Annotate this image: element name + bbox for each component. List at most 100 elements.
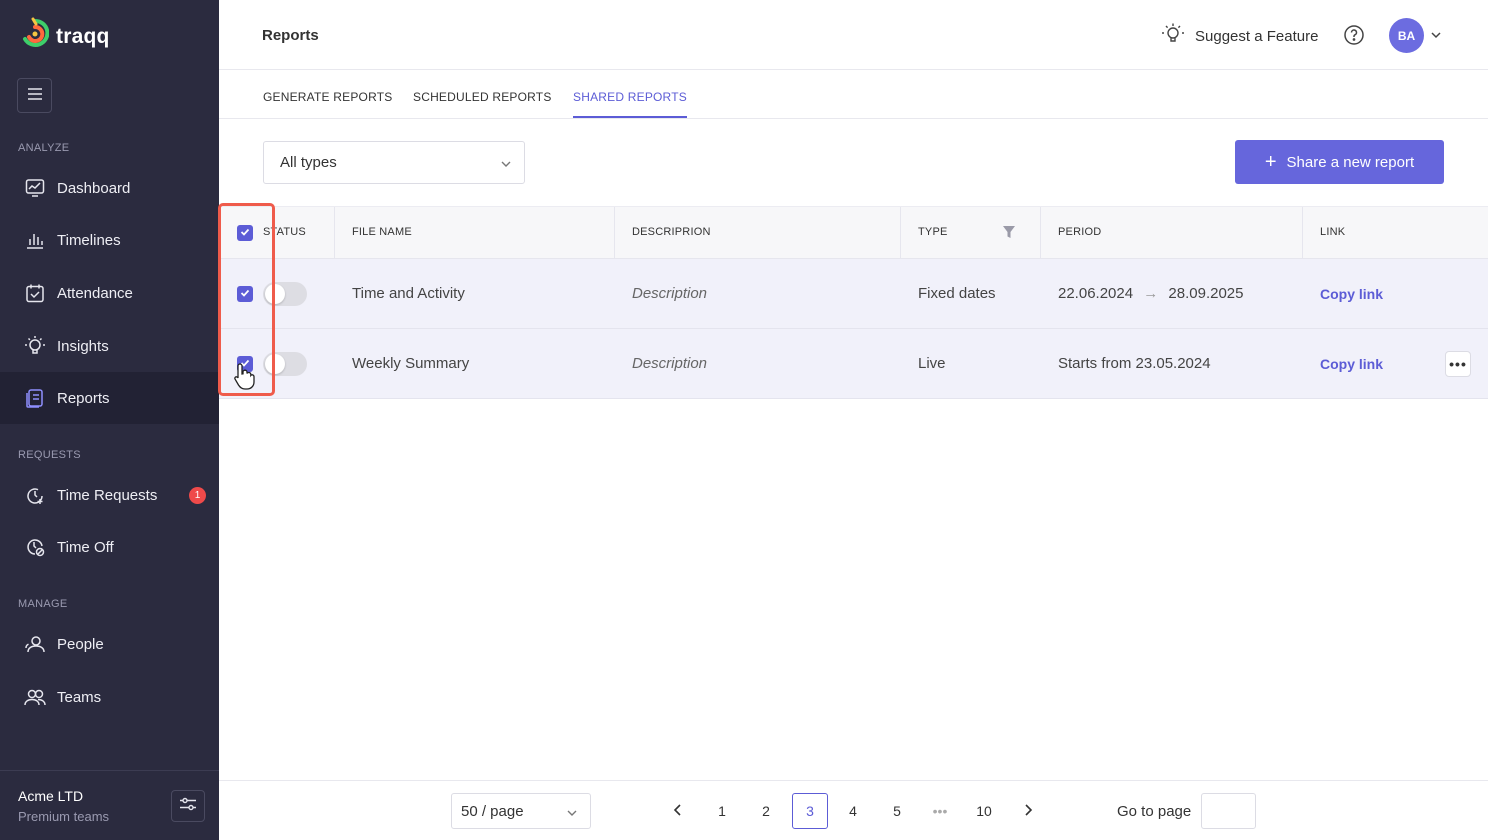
org-settings-button[interactable] <box>171 790 205 822</box>
menu-toggle-button[interactable] <box>17 78 52 113</box>
column-header-link: LINK <box>1320 226 1346 238</box>
column-header-file-name: FILE NAME <box>352 226 412 238</box>
chevron-right-icon <box>1023 803 1033 819</box>
share-new-report-button[interactable]: + Share a new report <box>1235 140 1444 184</box>
sidebar-item-label: Time Requests <box>57 486 158 504</box>
top-header: Reports Suggest a Feature BA <box>219 0 1488 70</box>
copy-link[interactable]: Copy link <box>1320 286 1383 302</box>
page-button[interactable]: 4 <box>835 793 871 829</box>
lightbulb-icon <box>1161 22 1195 50</box>
page-size-select[interactable]: 50 / page <box>451 793 591 829</box>
sidebar-item-label: Attendance <box>57 284 133 302</box>
help-icon <box>1343 25 1365 50</box>
table-header: STATUS FILE NAME DESCRIPRION TYPE PERIOD… <box>219 206 1488 259</box>
bar-chart-icon <box>24 229 46 251</box>
page-button[interactable]: 1 <box>704 793 740 829</box>
page-button[interactable]: 10 <box>966 793 1002 829</box>
go-to-page-input[interactable] <box>1201 793 1256 829</box>
column-divider <box>1302 207 1303 259</box>
notification-badge: 1 <box>189 486 206 504</box>
period-start: 22.06.2024 <box>1058 285 1134 302</box>
more-options-button[interactable]: ••• <box>1445 351 1471 377</box>
page-button[interactable]: 2 <box>748 793 784 829</box>
prev-page-button[interactable] <box>660 793 696 829</box>
table-row: Weekly Summary Description Live Starts f… <box>219 329 1488 399</box>
chevron-left-icon <box>673 803 683 819</box>
help-button[interactable] <box>1343 24 1365 51</box>
filter-icon[interactable] <box>1003 226 1015 244</box>
sidebar-item-time-requests[interactable]: Time Requests 1 <box>0 469 219 521</box>
next-page-button[interactable] <box>1010 793 1046 829</box>
column-divider <box>1040 207 1041 259</box>
tab-generate-reports[interactable]: GENERATE REPORTS <box>263 90 392 116</box>
sidebar: traqq ANALYZE Dashboard Timelines Attend… <box>0 0 219 840</box>
period-end: 28.09.2025 <box>1168 285 1244 302</box>
sidebar-item-label: People <box>57 635 104 653</box>
chevron-down-icon[interactable] <box>1430 28 1442 46</box>
sidebar-item-label: Reports <box>57 389 110 407</box>
pagination-bar: 50 / page 1 2 3 4 5 ••• 10 Go to page <box>219 780 1488 840</box>
tab-scheduled-reports[interactable]: SCHEDULED REPORTS <box>413 90 552 116</box>
report-type: Fixed dates <box>918 285 996 302</box>
logo[interactable]: traqq <box>21 17 110 56</box>
page-title: Reports <box>262 27 319 44</box>
suggest-feature-button[interactable]: Suggest a Feature <box>1161 22 1318 50</box>
teams-icon <box>24 686 46 708</box>
sidebar-item-insights[interactable]: Insights <box>0 320 219 372</box>
sidebar-item-label: Insights <box>57 337 109 355</box>
column-header-period: PERIOD <box>1058 226 1102 238</box>
sidebar-item-teams[interactable]: Teams <box>0 671 219 723</box>
sidebar-item-time-off[interactable]: Time Off <box>0 521 219 573</box>
report-tabs: GENERATE REPORTS SCHEDULED REPORTS SHARE… <box>219 70 1488 119</box>
column-header-type: TYPE <box>918 226 948 238</box>
app-name: traqq <box>56 24 110 48</box>
sidebar-item-dashboard[interactable]: Dashboard <box>0 162 219 214</box>
arrow-right-icon: → <box>1143 285 1159 302</box>
time-off-icon <box>24 536 46 558</box>
column-divider <box>334 207 335 259</box>
org-plan: Premium teams <box>18 809 110 824</box>
section-title-requests: REQUESTS <box>18 449 81 461</box>
page-size-value: 50 / page <box>461 802 524 820</box>
suggest-feature-label: Suggest a Feature <box>1195 27 1319 45</box>
org-name: Acme LTD <box>18 788 84 804</box>
report-icon <box>24 387 46 409</box>
hamburger-icon <box>27 87 42 105</box>
dashboard-icon <box>24 177 46 199</box>
sidebar-item-people[interactable]: People <box>0 618 219 670</box>
sidebar-item-attendance[interactable]: Attendance <box>0 267 219 319</box>
column-header-description: DESCRIPRION <box>632 226 711 238</box>
sidebar-item-reports[interactable]: Reports <box>0 372 219 424</box>
section-title-manage: MANAGE <box>18 598 68 610</box>
type-filter-value: All types <box>280 154 337 171</box>
calendar-check-icon <box>24 282 46 304</box>
description: Description <box>632 355 708 372</box>
sidebar-item-timelines[interactable]: Timelines <box>0 214 219 266</box>
time-request-icon <box>24 484 46 506</box>
plus-icon: + <box>1264 151 1277 173</box>
file-name: Weekly Summary <box>352 355 470 372</box>
lightbulb-icon <box>24 335 46 357</box>
period: Starts from 23.05.2024 <box>1058 355 1211 372</box>
page-button[interactable]: 5 <box>879 793 915 829</box>
copy-link[interactable]: Copy link <box>1320 356 1383 372</box>
type-filter-select[interactable]: All types <box>263 141 525 184</box>
column-divider <box>900 207 901 259</box>
avatar[interactable]: BA <box>1389 18 1424 53</box>
tab-shared-reports[interactable]: SHARED REPORTS <box>573 90 687 118</box>
table-row: Time and Activity Description Fixed date… <box>219 259 1488 329</box>
sidebar-item-label: Teams <box>57 688 102 706</box>
column-divider <box>614 207 615 259</box>
hand-cursor-icon <box>233 362 255 395</box>
sidebar-item-label: Timelines <box>57 231 121 249</box>
page-button-current[interactable]: 3 <box>792 793 828 829</box>
page-ellipsis[interactable]: ••• <box>922 793 958 829</box>
share-button-label: Share a new report <box>1286 153 1415 171</box>
section-title-analyze: ANALYZE <box>18 142 70 154</box>
chevron-down-icon <box>566 806 578 823</box>
sidebar-item-label: Time Off <box>57 538 114 556</box>
traqq-logo-icon <box>21 17 50 56</box>
sidebar-item-label: Dashboard <box>57 179 131 197</box>
sliders-icon <box>180 797 196 816</box>
description: Description <box>632 285 708 302</box>
